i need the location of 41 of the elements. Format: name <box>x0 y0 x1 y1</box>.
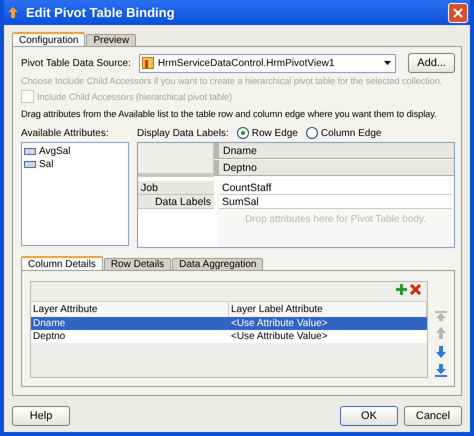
field-label: Pivot Table Data Source: <box>21 58 131 68</box>
data-control-icon <box>142 57 154 69</box>
data-source-dropdown[interactable]: HrmServiceDataControl.HrmPivotView1 <box>138 54 396 72</box>
dialog-button[interactable]: Help <box>12 406 70 426</box>
data-item[interactable]: CountStaff <box>219 181 452 195</box>
close-button[interactable] <box>448 2 468 22</box>
attribute-icon <box>24 148 36 155</box>
close-icon <box>453 8 463 18</box>
app-icon <box>6 6 20 20</box>
move-down-button[interactable] <box>434 345 448 359</box>
radio-option[interactable]: Column Edge <box>306 127 382 139</box>
available-attributes-label: Available Attributes: <box>21 128 110 138</box>
tab[interactable]: Configuration <box>12 32 86 46</box>
dialog-button[interactable]: OK <box>340 406 398 426</box>
table-row[interactable]: Dname <Use Attribute Value> <box>31 317 427 330</box>
delete-icon[interactable] <box>410 284 421 295</box>
table-row[interactable]: Deptno <Use Attribute Value> <box>31 330 427 343</box>
tab[interactable]: Row Details <box>104 258 172 270</box>
row-edge-header[interactable]: Data Labels <box>138 195 214 209</box>
add-button[interactable]: Add... <box>408 53 455 73</box>
radio-option[interactable]: Row Edge <box>236 127 298 139</box>
tab[interactable]: Preview <box>86 34 136 46</box>
caret-icon <box>384 61 392 65</box>
tab[interactable]: Data Aggregation <box>172 258 264 270</box>
list-item[interactable]: Sal <box>39 159 54 170</box>
attribute-icon <box>24 161 36 168</box>
move-bottom-button[interactable] <box>434 364 448 378</box>
window-title: Edit Pivot Table Binding <box>26 5 176 20</box>
instructions-text: Drag attributes from the Available list to the table row and column edge where you want them to display. <box>21 109 437 119</box>
column-edge-header[interactable]: Deptno <box>214 160 454 176</box>
row-edge-header[interactable]: Job <box>138 181 214 195</box>
data-item[interactable]: SumSal <box>219 195 452 209</box>
display-labels-label: Display Data Labels: <box>137 128 229 138</box>
dialog-button[interactable]: Cancel <box>404 406 462 426</box>
list-item[interactable]: AvgSal <box>39 146 71 157</box>
drop-hint: Drop attributes here for Pivot Table body. <box>244 214 427 225</box>
add-icon[interactable] <box>396 284 407 295</box>
column-edge-header[interactable]: Dname <box>214 143 454 159</box>
tab[interactable]: Column Details <box>21 256 103 270</box>
checkbox-label: Include Child Accessors (hierarchical pivot table) <box>37 92 232 102</box>
hint-text: Choose Include Child Accessors if you want to create a hierarchical pivot table for the selected collection. <box>21 76 442 86</box>
